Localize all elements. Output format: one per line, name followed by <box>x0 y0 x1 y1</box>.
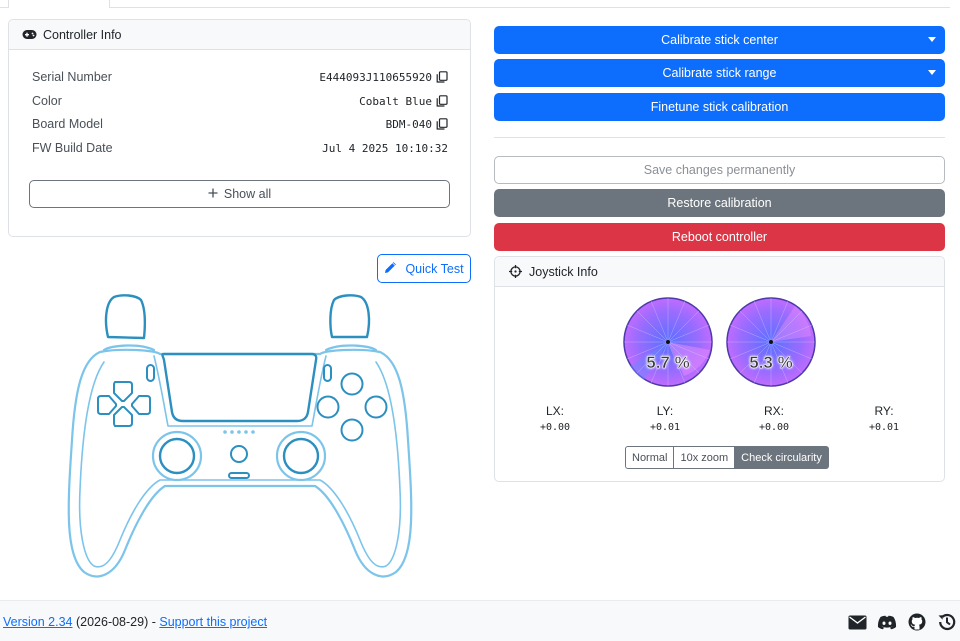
calibrate-range-label: Calibrate stick range <box>662 66 777 80</box>
axis-lx-value: +0.00 <box>539 422 571 433</box>
save-permanently-label: Save changes permanently <box>643 163 796 177</box>
info-row-fw: FW Build Date Jul 4 2025 10:10:32 <box>32 139 448 157</box>
joystick-info-header: Joystick Info <box>495 257 944 287</box>
support-link[interactable]: Support this project <box>159 615 267 629</box>
mode-circularity-button[interactable]: Check circularity <box>735 446 829 469</box>
controller-info-header: Controller Info <box>9 20 470 50</box>
board-value-text: BDM-040 <box>385 117 432 131</box>
fw-label: FW Build Date <box>32 141 113 155</box>
axis-rx-label: RX: <box>763 404 784 418</box>
controller-illustration <box>67 294 413 578</box>
color-label: Color <box>32 94 62 108</box>
axis-ry: RY: +0.01 <box>854 404 914 433</box>
info-row-color: Color Cobalt Blue <box>32 92 448 110</box>
divider <box>494 137 945 138</box>
info-row-serial: Serial Number E444093J110655920 <box>32 68 448 86</box>
dropdown-caret-icon[interactable] <box>928 70 936 75</box>
axis-rx: RX: +0.00 <box>744 404 804 433</box>
axis-ly-value: +0.01 <box>649 422 681 433</box>
right-stick-error: 5.3 % <box>749 353 793 373</box>
board-label: Board Model <box>32 117 103 131</box>
quick-test-button[interactable]: Quick Test <box>377 254 471 283</box>
version-link[interactable]: Version 2.34 <box>3 615 73 629</box>
controller-info-title: Controller Info <box>43 27 122 42</box>
show-all-label: Show all <box>223 187 272 201</box>
copy-icon[interactable] <box>436 95 448 107</box>
left-stick-circularity: 5.7 % <box>622 296 714 388</box>
footer-icons <box>847 612 957 632</box>
tab-strip <box>0 0 950 8</box>
left-stick-error: 5.7 % <box>646 353 690 373</box>
right-stick-circularity: 5.3 % <box>725 296 817 388</box>
serial-value-text: E444093J110655920 <box>319 70 432 84</box>
color-value-text: Cobalt Blue <box>359 94 432 108</box>
copy-icon[interactable] <box>436 118 448 130</box>
axis-ry-label: RY: <box>874 404 894 418</box>
calibrate-center-button[interactable]: Calibrate stick center <box>494 26 945 54</box>
serial-value: E444093J110655920 <box>319 71 448 84</box>
board-value: BDM-040 <box>386 118 448 131</box>
discord-icon[interactable] <box>877 612 897 632</box>
info-row-board: Board Model BDM-040 <box>32 115 448 133</box>
view-mode-toggle: Normal 10x zoom Check circularity <box>625 446 829 469</box>
axis-ly-label: LY: <box>656 404 674 418</box>
mode-normal-button[interactable]: Normal <box>625 446 675 469</box>
mail-icon[interactable] <box>847 612 867 632</box>
show-all-button[interactable]: Show all <box>29 180 450 208</box>
dropdown-caret-icon[interactable] <box>928 37 936 42</box>
footer-date: (2026-08-29) - <box>72 615 160 629</box>
axis-ry-value: +0.01 <box>868 422 900 433</box>
pencil-icon <box>384 261 397 277</box>
restore-calibration-label: Restore calibration <box>667 196 772 210</box>
axis-lx: LX: +0.00 <box>525 404 585 433</box>
joystick-info-title: Joystick Info <box>529 264 598 279</box>
mode-zoom-button[interactable]: 10x zoom <box>674 446 736 469</box>
gamepad-icon <box>21 27 37 43</box>
color-value: Cobalt Blue <box>359 95 448 108</box>
copy-icon[interactable] <box>436 71 448 83</box>
plus-icon <box>208 187 218 201</box>
finetune-label: Finetune stick calibration <box>650 100 789 114</box>
history-icon[interactable] <box>937 612 957 632</box>
axis-rx-value: +0.00 <box>758 422 790 433</box>
serial-label: Serial Number <box>32 70 112 84</box>
fw-value: Jul 4 2025 10:10:32 <box>322 142 448 155</box>
save-permanently-button[interactable]: Save changes permanently <box>494 156 945 184</box>
controller-info-card: Controller Info Serial Number E444093J11… <box>8 19 471 237</box>
tab-active[interactable] <box>8 0 110 8</box>
reboot-controller-label: Reboot controller <box>671 230 768 244</box>
crosshair-icon <box>507 264 523 280</box>
fw-value-text: Jul 4 2025 10:10:32 <box>322 141 448 155</box>
reboot-controller-button[interactable]: Reboot controller <box>494 223 945 251</box>
axis-lx-label: LX: <box>545 404 564 418</box>
calibrate-center-label: Calibrate stick center <box>661 33 778 47</box>
quick-test-label: Quick Test <box>405 261 464 276</box>
footer: Version 2.34 (2026-08-29) - Support this… <box>0 600 960 641</box>
footer-text: Version 2.34 (2026-08-29) - Support this… <box>3 615 267 629</box>
restore-calibration-button[interactable]: Restore calibration <box>494 189 945 217</box>
axis-ly: LY: +0.01 <box>635 404 695 433</box>
finetune-button[interactable]: Finetune stick calibration <box>494 93 945 121</box>
github-icon[interactable] <box>907 612 927 632</box>
calibrate-range-button[interactable]: Calibrate stick range <box>494 59 945 87</box>
